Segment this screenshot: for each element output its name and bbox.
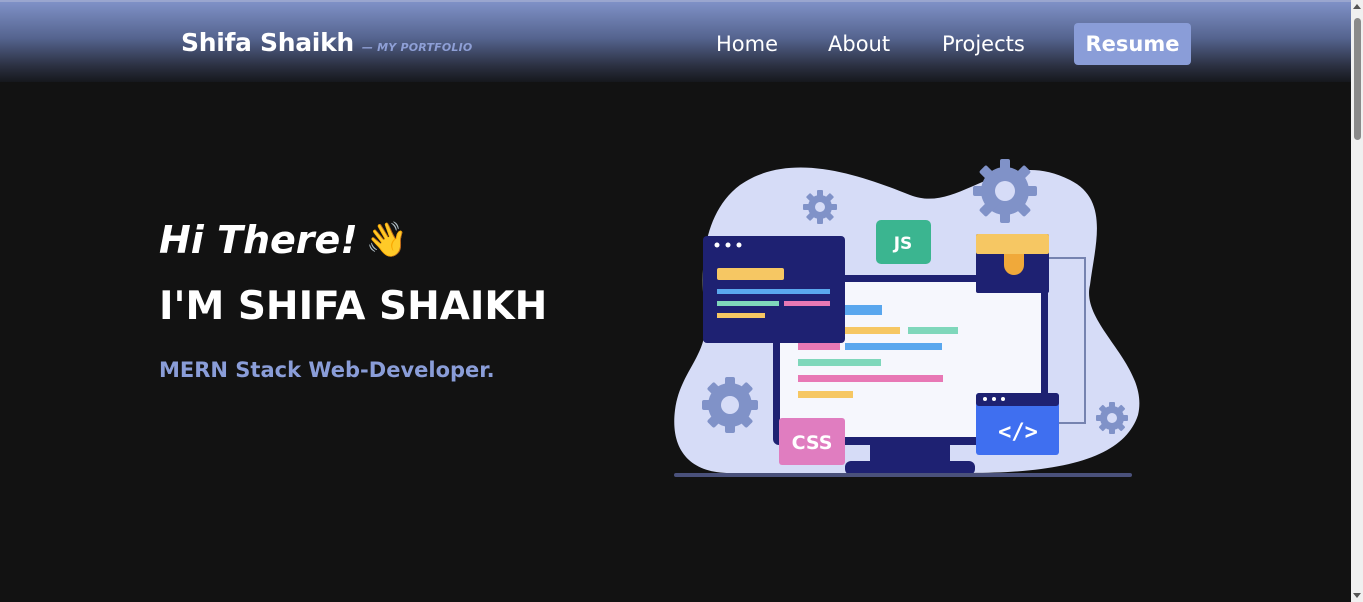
brand[interactable]: Shifa Shaikh — MY PORTFOLIO (181, 28, 472, 57)
developer-illustration-svg: JS CSS </> (674, 159, 1140, 477)
nav-link-home[interactable]: Home (716, 32, 778, 56)
gear-icon (1096, 402, 1128, 434)
scroll-thumb[interactable] (1354, 18, 1361, 140)
nav-link-about[interactable]: About (828, 32, 890, 56)
hero-headline: I'M SHIFA SHAIKH (159, 284, 548, 329)
gear-icon (803, 190, 837, 224)
browser-window-icon (976, 234, 1049, 293)
gear-icon (702, 377, 758, 433)
code-tag-label: </> (998, 420, 1038, 445)
greeting-text: Hi There! (159, 218, 358, 262)
page-scrollbar[interactable] (1351, 0, 1363, 602)
nav-link-projects[interactable]: Projects (942, 32, 1025, 56)
js-badge-icon: JS (876, 220, 931, 264)
brand-name[interactable]: Shifa Shaikh (181, 28, 354, 57)
code-tag-window-icon: </> (976, 393, 1059, 455)
waving-hand-icon: 👋 (365, 220, 408, 260)
portfolio-page: Shifa Shaikh — MY PORTFOLIO Home About P… (0, 0, 1363, 602)
hero-greeting: Hi There! 👋 (159, 218, 408, 262)
developer-illustration: JS CSS </> (670, 155, 1145, 485)
gear-icon (973, 159, 1037, 223)
brand-tagline: — MY PORTFOLIO (361, 41, 473, 54)
resume-button[interactable]: Resume (1074, 23, 1191, 65)
css-badge-label: CSS (792, 432, 833, 454)
css-badge-icon: CSS (779, 418, 845, 465)
scroll-up-icon[interactable] (1353, 4, 1361, 9)
navbar: Shifa Shaikh — MY PORTFOLIO Home About P… (0, 0, 1351, 82)
hero-subtitle: MERN Stack Web-Developer. (159, 358, 495, 382)
js-badge-label: JS (893, 234, 913, 254)
scroll-down-icon[interactable] (1353, 593, 1361, 598)
code-window-icon (703, 236, 845, 343)
